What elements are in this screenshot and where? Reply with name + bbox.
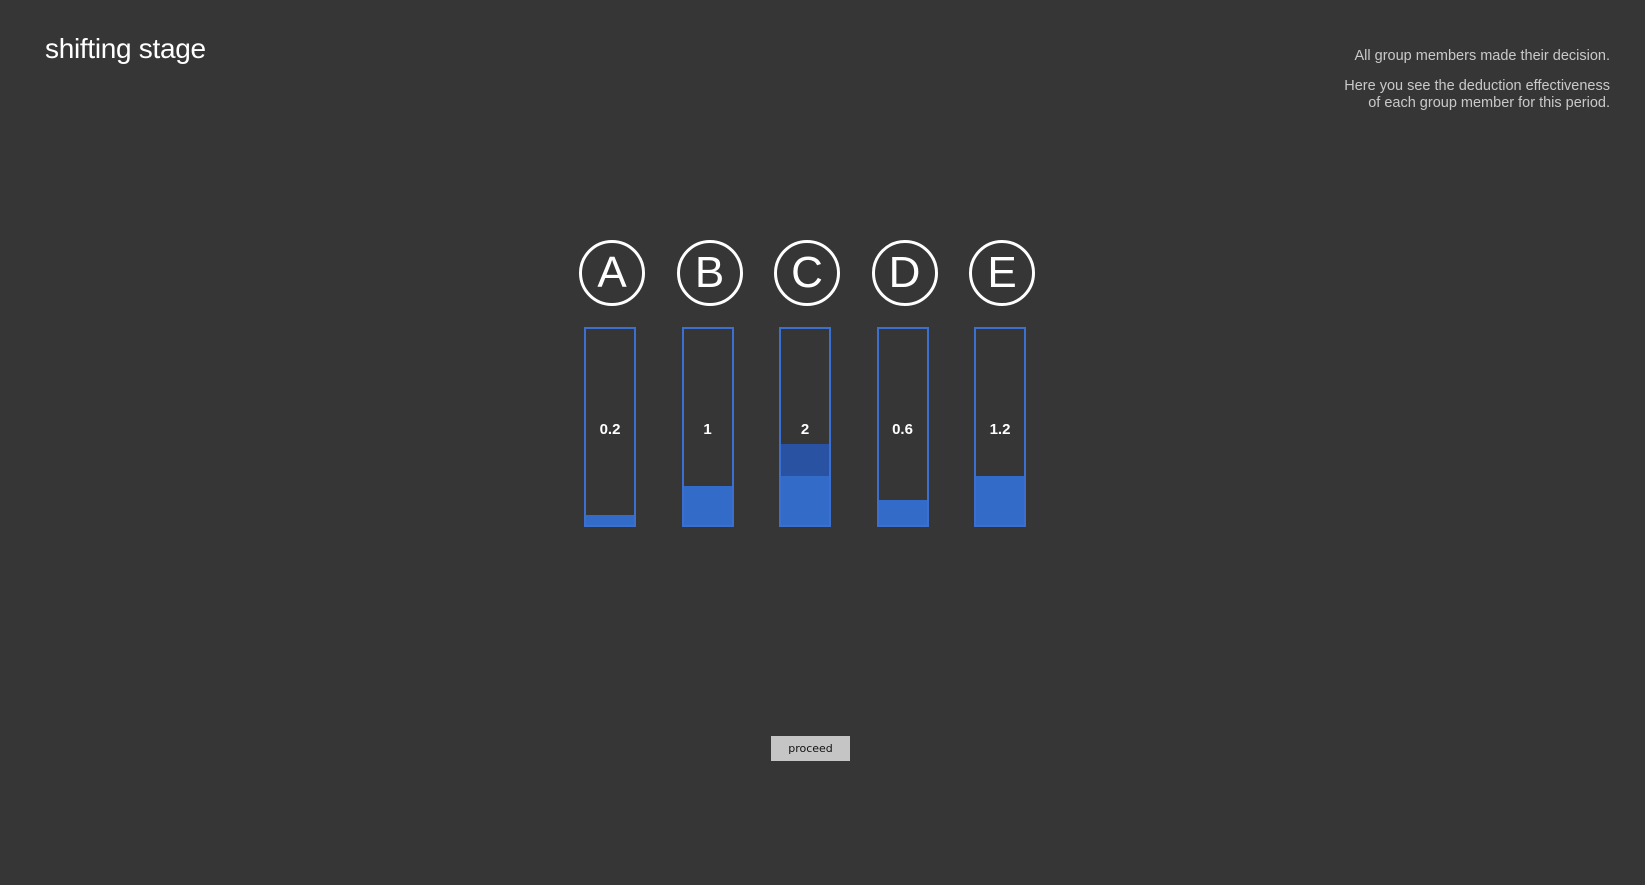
effectiveness-bar: 1 [681, 327, 734, 527]
bar-fill [683, 486, 732, 525]
effectiveness-bar: 0.2 [584, 327, 636, 527]
member-avatar: B [676, 240, 743, 306]
member-avatar: A [579, 240, 645, 306]
effectiveness-value: 0.6 [892, 421, 913, 438]
bar-fill [976, 476, 1024, 525]
effectiveness-bar: 1.2 [974, 327, 1026, 527]
effectiveness-value: 1.2 [989, 421, 1011, 438]
effectiveness-value: 1 [703, 421, 712, 438]
bar-fill [878, 500, 927, 525]
proceed-button[interactable]: proceed [771, 736, 850, 761]
bar-fill [586, 515, 634, 525]
effectiveness-value: 2 [800, 421, 810, 438]
bar-fill [781, 476, 829, 525]
member-avatar: E [969, 240, 1035, 306]
effectiveness-value: 0.2 [599, 421, 621, 438]
bar-extra-fill [781, 444, 829, 476]
effectiveness-bar: 2 [779, 327, 831, 527]
member-avatar: D [871, 240, 938, 306]
member-avatar: C [774, 240, 840, 306]
page: shifting stage All group members made th… [0, 0, 1645, 885]
effectiveness-bar: 0.6 [876, 327, 929, 527]
